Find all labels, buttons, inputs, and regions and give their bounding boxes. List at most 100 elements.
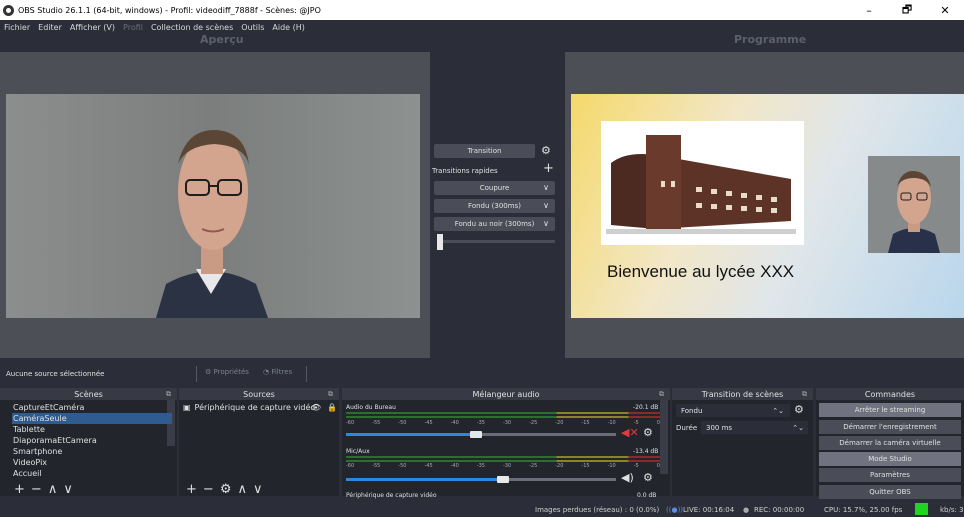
transition-slider-handle[interactable]	[437, 234, 443, 250]
building-image	[601, 121, 804, 245]
quick-transition-fade[interactable]: Fondu (300ms) ∨	[434, 199, 555, 213]
visibility-eye-icon[interactable]: 👁	[311, 402, 321, 413]
speaker-icon[interactable]: ◀)	[621, 471, 634, 484]
exit-button[interactable]: Quitter OBS	[819, 485, 961, 499]
move-down-icon[interactable]: ∨	[63, 482, 79, 497]
properties-button[interactable]: ⚙ Propriétés	[205, 368, 249, 376]
volume-slider-handle[interactable]	[470, 431, 482, 438]
dropped-frames: Images perdues (réseau) : 0 (0.0%)	[535, 506, 660, 514]
chevron-down-icon: ∨	[543, 219, 549, 228]
mixer-channel-name: Mic/Aux	[346, 448, 370, 455]
scene-item[interactable]: DiaporamaEtCamera	[12, 435, 172, 446]
transition-gear-icon[interactable]: ⚙	[541, 144, 551, 157]
stream-health-indicator	[915, 503, 928, 515]
source-item[interactable]: ▣ Périphérique de capture vidéo 👁 🔒	[183, 402, 337, 413]
volume-slider-fill	[346, 478, 503, 481]
rec-time: REC: 00:00:00	[754, 506, 805, 514]
duration-input[interactable]: 300 ms ⌃⌄	[701, 421, 808, 434]
scene-item[interactable]: Tablette	[12, 424, 172, 435]
minimize-button[interactable]: –	[850, 0, 888, 20]
volume-slider-fill	[346, 433, 476, 436]
maximize-button[interactable]: 🗗	[888, 0, 926, 20]
muted-speaker-icon[interactable]: ◀✕	[621, 426, 639, 439]
spin-icon[interactable]: ⌃⌄	[792, 424, 804, 432]
divider	[306, 366, 307, 382]
mixer-scrollbar[interactable]	[660, 400, 668, 474]
filters-button[interactable]: ◔ Filtres	[263, 368, 292, 376]
pin-icon[interactable]: ⧉	[328, 390, 333, 399]
audio-meter	[346, 460, 660, 462]
menu-file[interactable]: Fichier	[4, 23, 30, 32]
chevron-down-icon: ∨	[543, 183, 549, 192]
program-camera-image	[868, 156, 960, 253]
settings-button[interactable]: Paramètres	[819, 468, 961, 482]
menu-profile[interactable]: Profil	[123, 23, 143, 32]
pin-icon[interactable]: ⧉	[166, 390, 171, 399]
mixer-channel-name: Audio du Bureau	[346, 404, 396, 411]
pin-icon[interactable]: ⧉	[659, 390, 664, 399]
volume-slider-handle[interactable]	[497, 476, 509, 483]
remove-scene-icon[interactable]: −	[31, 482, 48, 497]
scene-item[interactable]: Accueil	[12, 468, 172, 479]
menu-scene-collection[interactable]: Collection de scènes	[151, 23, 233, 32]
window-title: OBS Studio 26.1.1 (64-bit, windows) - Pr…	[18, 5, 321, 15]
studio-mode-button[interactable]: Mode Studio	[819, 452, 961, 466]
channel-gear-icon[interactable]: ⚙	[643, 426, 653, 439]
quick-transitions-label: Transitions rapides	[432, 167, 498, 175]
quick-transition-fade-black[interactable]: Fondu au noir (300ms) ∨	[434, 217, 555, 231]
program-canvas: Bienvenue au lycée XXX	[571, 94, 964, 318]
quick-transition-cut[interactable]: Coupure ∨	[434, 181, 555, 195]
meter-ticks: -60 -55 -50 -45 -40 -35 -30 -25 -20 -15 -10 -5 0	[346, 463, 660, 469]
scene-item[interactable]: CaptureEtCaméra	[12, 402, 172, 413]
transition-button[interactable]: Transition	[434, 144, 535, 158]
controls-dock-header: Commandes	[816, 388, 964, 400]
program-heading: Programme	[734, 33, 807, 46]
mixer-channel-db: -20.1 dB	[633, 404, 659, 411]
preview-camera-image	[6, 94, 420, 318]
transition-gear-icon[interactable]: ⚙	[794, 403, 804, 416]
add-scene-icon[interactable]: +	[14, 482, 31, 497]
welcome-text: Bienvenue au lycée XXX	[607, 262, 795, 281]
add-quick-transition-icon[interactable]: +	[543, 161, 554, 176]
no-source-label: Aucune source sélectionnée	[6, 370, 105, 378]
duration-label: Durée	[676, 424, 698, 432]
move-up-icon[interactable]: ∧	[48, 482, 64, 497]
bitrate: kb/s: 3	[940, 506, 964, 514]
start-recording-button[interactable]: Démarrer l'enregistrement	[819, 420, 961, 434]
move-down-icon[interactable]: ∨	[253, 482, 269, 497]
add-source-icon[interactable]: +	[186, 482, 203, 497]
stop-streaming-button[interactable]: Arrêter le streaming	[819, 403, 961, 417]
live-indicator-icon: ((●))	[666, 506, 684, 514]
mixer-channel-db: 0.0 dB	[637, 492, 657, 499]
channel-gear-icon[interactable]: ⚙	[643, 471, 653, 484]
menu-edit[interactable]: Editer	[38, 23, 62, 32]
spin-icon: ⌃⌄	[772, 406, 784, 415]
audio-meter	[346, 456, 660, 458]
camera-icon: ▣	[183, 403, 191, 412]
remove-source-icon[interactable]: −	[203, 482, 220, 497]
scene-item[interactable]: VideoPix	[12, 457, 172, 468]
mixer-dock-header: Mélangeur audio ⧉	[342, 388, 670, 400]
source-settings-icon[interactable]: ⚙	[220, 482, 238, 497]
rec-indicator-icon: ●	[743, 506, 750, 514]
transition-slider-track[interactable]	[437, 240, 555, 243]
live-time: LIVE: 00:16:04	[683, 506, 735, 514]
meter-ticks: -60 -55 -50 -45 -40 -35 -30 -25 -20 -15 -10 -5 0	[346, 420, 660, 426]
menu-tools[interactable]: Outils	[241, 23, 264, 32]
start-virtual-camera-button[interactable]: Démarrer la caméra virtuelle	[819, 436, 961, 450]
menu-view[interactable]: Afficher (V)	[70, 23, 115, 32]
transition-type-select[interactable]: Fondu ⌃⌄	[676, 404, 790, 417]
lock-icon[interactable]: 🔒	[327, 402, 337, 413]
mixer-channel-db: -13.4 dB	[633, 448, 659, 455]
pin-icon[interactable]: ⧉	[802, 390, 807, 399]
audio-meter	[346, 412, 660, 414]
chevron-down-icon: ∨	[543, 201, 549, 210]
menu-bar: Fichier Editer Afficher (V) Profil Colle…	[0, 20, 964, 34]
move-up-icon[interactable]: ∧	[237, 482, 253, 497]
menu-help[interactable]: Aide (H)	[272, 23, 305, 32]
scene-item-selected[interactable]: CaméraSeule	[12, 413, 172, 424]
close-button[interactable]: ✕	[926, 0, 964, 20]
divider	[196, 366, 197, 382]
mixer-channel-name: Périphérique de capture vidéo	[346, 492, 437, 499]
scene-item[interactable]: Smartphone	[12, 446, 172, 457]
